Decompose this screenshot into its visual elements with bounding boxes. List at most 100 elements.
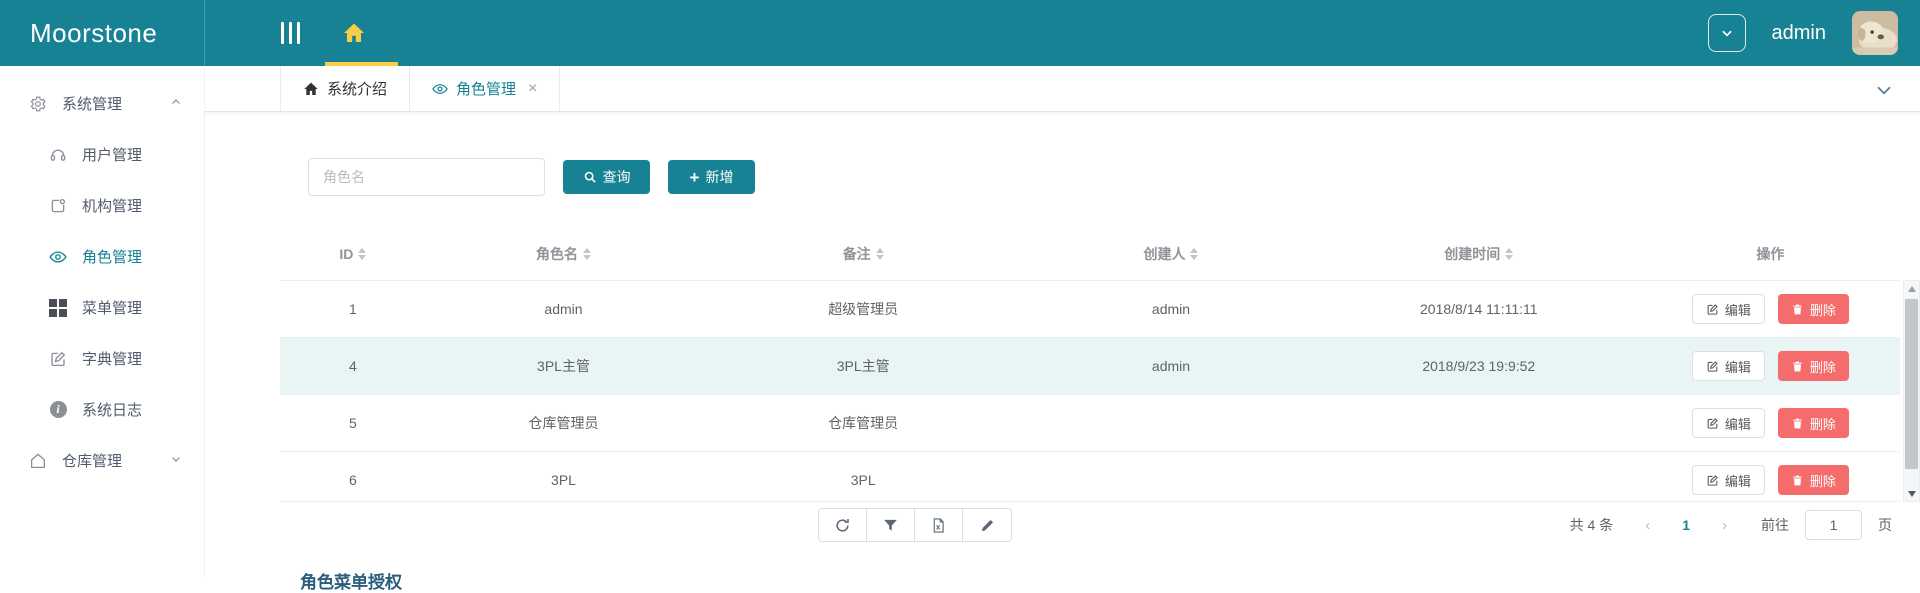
cell-remark: 3PL: [701, 472, 1025, 488]
tab-bar: 系统介绍 角色管理 ×: [205, 66, 1920, 112]
sidebar-item-org-mgmt[interactable]: 机构管理: [0, 180, 204, 231]
next-page-icon[interactable]: ›: [1712, 517, 1737, 534]
plus-icon: +: [690, 169, 700, 186]
column-header-role[interactable]: 角色名: [426, 244, 701, 264]
goto-label: 前往: [1761, 515, 1789, 535]
edit-button[interactable]: 编辑: [1692, 294, 1765, 324]
scroll-up-icon[interactable]: [1904, 281, 1919, 296]
info-icon: i: [48, 400, 68, 420]
search-icon: [583, 170, 597, 184]
section-title-role-menu-auth: 角色菜单授权: [300, 568, 402, 593]
current-page[interactable]: 1: [1668, 517, 1704, 533]
sidebar-item-system-mgmt[interactable]: 系统管理: [0, 78, 204, 129]
sort-icon: [876, 248, 884, 260]
chevron-down-icon: [1720, 26, 1734, 40]
edit-button-label: 编辑: [1725, 414, 1751, 433]
avatar[interactable]: [1852, 11, 1898, 55]
close-icon[interactable]: ×: [528, 80, 537, 98]
cell-actions: 编辑 删除: [1641, 408, 1900, 438]
chevron-down-icon[interactable]: [1874, 80, 1894, 105]
delete-button-label: 删除: [1810, 300, 1836, 319]
sidebar-item-label: 字典管理: [82, 348, 142, 369]
cell-created: 2018/9/23 19:9:52: [1317, 358, 1641, 374]
chevron-up-icon: [170, 95, 182, 112]
column-header-creator[interactable]: 创建人: [1025, 244, 1317, 264]
scrollbar-thumb[interactable]: [1905, 299, 1918, 469]
cell-remark: 仓库管理员: [701, 413, 1025, 433]
pagination: 共 4 条 ‹ 1 › 前往 页: [1570, 510, 1892, 540]
sidebar-item-label: 菜单管理: [82, 297, 142, 318]
scroll-down-icon[interactable]: [1904, 486, 1919, 501]
table-row[interactable]: 4 3PL主管 3PL主管 admin 2018/9/23 19:9:52 编辑…: [280, 338, 1900, 395]
add-button[interactable]: + 新增: [668, 160, 755, 194]
excel-export-icon: [930, 517, 947, 534]
table-toolbar: [818, 508, 1012, 542]
sidebar-item-label: 机构管理: [82, 195, 142, 216]
table-scrollbar[interactable]: [1903, 280, 1920, 502]
cell-role: 3PL主管: [426, 356, 701, 376]
delete-button[interactable]: 删除: [1778, 351, 1849, 381]
cell-created: 2018/8/14 11:11:11: [1317, 301, 1641, 317]
refresh-icon: [834, 517, 851, 534]
table-header: ID 角色名 备注 创建人 创建时间: [280, 228, 1900, 280]
trash-icon: [1791, 474, 1804, 487]
filter-icon: [882, 517, 899, 534]
cell-actions: 编辑 删除: [1641, 294, 1900, 324]
trash-icon: [1791, 417, 1804, 430]
collapse-menu-icon[interactable]: [281, 22, 300, 44]
table-row[interactable]: 6 3PL 3PL 编辑 删除: [280, 452, 1900, 502]
sidebar-item-user-mgmt[interactable]: 用户管理: [0, 129, 204, 180]
sort-icon: [1190, 248, 1198, 260]
tab-role-mgmt[interactable]: 角色管理 ×: [410, 66, 560, 111]
excel-export-button[interactable]: [915, 509, 963, 541]
eye-icon: [48, 247, 68, 267]
edit-button[interactable]: 编辑: [1692, 465, 1765, 495]
tab-label: 系统介绍: [327, 78, 387, 99]
cell-id: 6: [280, 472, 426, 488]
delete-button[interactable]: 删除: [1778, 408, 1849, 438]
delete-button[interactable]: 删除: [1778, 465, 1849, 495]
chevron-down-icon: [170, 452, 182, 469]
sidebar-item-menu-mgmt[interactable]: 菜单管理: [0, 282, 204, 333]
cell-id: 1: [280, 301, 426, 317]
main-area: 系统介绍 角色管理 × 查询 + 新增 I: [205, 66, 1920, 577]
sidebar-item-role-mgmt[interactable]: 角色管理: [0, 231, 204, 282]
query-button[interactable]: 查询: [563, 160, 650, 194]
sidebar-item-label: 用户管理: [82, 144, 142, 165]
user-dropdown-button[interactable]: [1708, 14, 1746, 52]
edit-button-label: 编辑: [1725, 471, 1751, 490]
sort-icon: [358, 248, 366, 260]
sidebar-item-label: 系统日志: [82, 399, 142, 420]
grid-icon: [48, 298, 68, 318]
delete-button-label: 删除: [1810, 471, 1836, 490]
prev-page-icon[interactable]: ‹: [1635, 517, 1660, 534]
tab-system-intro[interactable]: 系统介绍: [280, 66, 410, 111]
tab-content: 查询 + 新增 ID 角色名 备注: [205, 112, 1920, 577]
table-row[interactable]: 5 仓库管理员 仓库管理员 编辑 删除: [280, 395, 1900, 452]
username[interactable]: admin: [1772, 22, 1826, 45]
refresh-button[interactable]: [819, 509, 867, 541]
trash-icon: [1791, 303, 1804, 316]
edit-button[interactable]: 编辑: [1692, 408, 1765, 438]
column-header-created-time[interactable]: 创建时间: [1317, 244, 1641, 264]
roles-table: ID 角色名 备注 创建人 创建时间: [280, 228, 1920, 502]
home-icon[interactable]: [342, 21, 366, 45]
edit-button-label: 编辑: [1725, 357, 1751, 376]
role-name-input[interactable]: [308, 158, 545, 196]
sidebar-item-dict-mgmt[interactable]: 字典管理: [0, 333, 204, 384]
column-header-id[interactable]: ID: [280, 246, 426, 262]
column-header-remark[interactable]: 备注: [701, 244, 1025, 264]
filter-button[interactable]: [867, 509, 915, 541]
sort-icon: [583, 248, 591, 260]
goto-page-input[interactable]: [1805, 510, 1862, 540]
headset-icon: [48, 145, 68, 165]
sidebar-item-warehouse-mgmt[interactable]: 仓库管理: [0, 435, 204, 486]
edit-pencil-icon: [1706, 360, 1719, 373]
pencil-button[interactable]: [963, 509, 1011, 541]
table-row[interactable]: 1 admin 超级管理员 admin 2018/8/14 11:11:11 编…: [280, 281, 1900, 338]
cell-remark: 超级管理员: [701, 299, 1025, 319]
edit-button[interactable]: 编辑: [1692, 351, 1765, 381]
sidebar-item-system-log[interactable]: i 系统日志: [0, 384, 204, 435]
edit-pencil-icon: [1706, 417, 1719, 430]
delete-button[interactable]: 删除: [1778, 294, 1849, 324]
